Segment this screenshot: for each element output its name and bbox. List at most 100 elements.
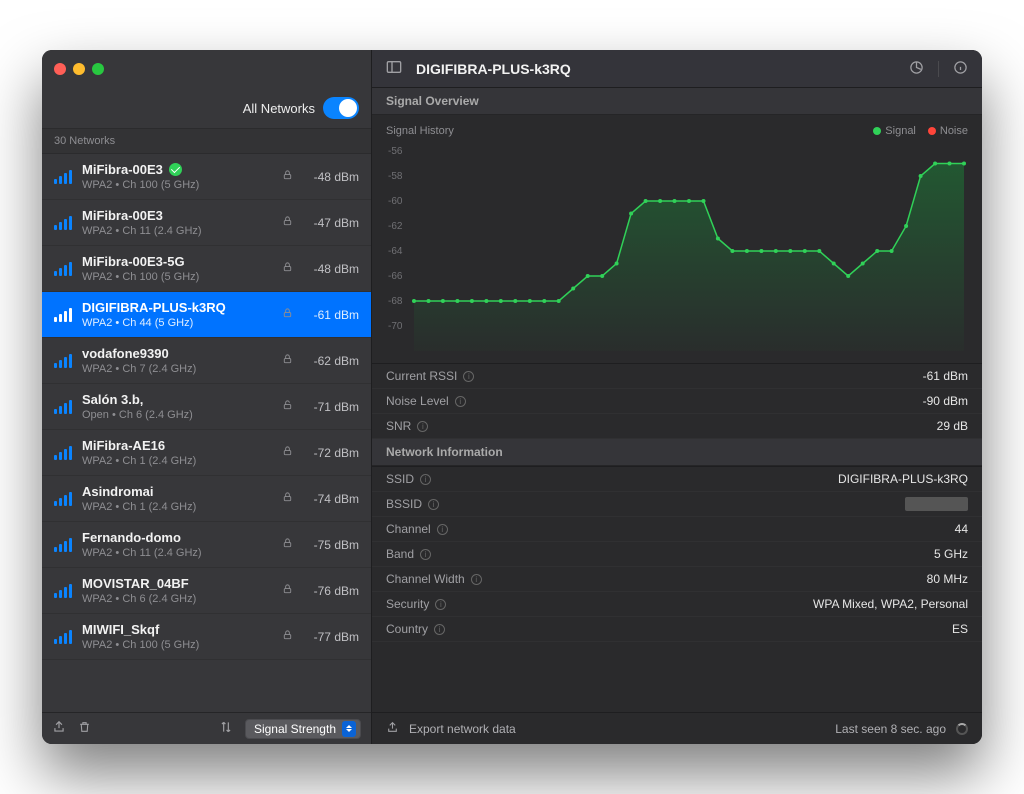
info-circle-icon[interactable]: i xyxy=(471,574,482,585)
close-window-button[interactable] xyxy=(54,63,66,75)
svg-text:-64: -64 xyxy=(388,246,403,257)
signal-bars-icon xyxy=(54,446,72,460)
network-subtitle: WPA2 • Ch 100 (5 GHz) xyxy=(82,639,271,651)
network-subtitle: WPA2 • Ch 11 (2.4 GHz) xyxy=(82,225,271,237)
info-circle-icon[interactable]: i xyxy=(434,624,445,635)
network-name: MiFibra-00E3 xyxy=(82,208,271,223)
info-circle-icon[interactable]: i xyxy=(420,474,431,485)
network-row[interactable]: MiFibra-00E3-5G WPA2 • Ch 100 (5 GHz) -48 … xyxy=(42,246,371,292)
network-name: vodafone9390 xyxy=(82,346,271,361)
info-value: ES xyxy=(952,622,968,636)
lock-icon xyxy=(281,169,293,184)
filter-label: All Networks xyxy=(243,101,315,116)
info-label: Noise Level i xyxy=(386,394,466,408)
signal-bars-icon xyxy=(54,584,72,598)
network-name: MOVISTAR_04BF xyxy=(82,576,271,591)
info-circle-icon[interactable]: i xyxy=(428,499,439,510)
info-value: -90 dBm xyxy=(923,394,968,408)
network-row[interactable]: DIGIFIBRA-PLUS-k3RQWPA2 • Ch 44 (5 GHz)-… xyxy=(42,292,371,338)
network-dbm: -48 dBm xyxy=(303,262,359,276)
zoom-window-button[interactable] xyxy=(92,63,104,75)
signal-bars-icon xyxy=(54,400,72,414)
info-icon[interactable] xyxy=(953,60,968,78)
network-dbm: -72 dBm xyxy=(303,446,359,460)
info-label: BSSID i xyxy=(386,497,439,511)
main-toolbar: DIGIFIBRA-PLUS-k3RQ xyxy=(372,50,982,88)
info-value: 5 GHz xyxy=(934,547,968,561)
info-circle-icon[interactable]: i xyxy=(463,371,474,382)
info-circle-icon[interactable]: i xyxy=(437,524,448,535)
share-icon[interactable] xyxy=(52,720,66,737)
info-value xyxy=(905,497,968,511)
legend-noise-label: Noise xyxy=(940,125,968,137)
toggle-sidebar-icon[interactable] xyxy=(386,60,402,77)
lock-icon xyxy=(281,353,293,368)
svg-text:-68: -68 xyxy=(388,296,403,307)
network-name: MiFibra-00E3-5G xyxy=(82,254,271,269)
sidebar-footer: Signal Strength xyxy=(42,712,371,744)
signal-bars-icon xyxy=(54,354,72,368)
chart-mode-icon[interactable] xyxy=(909,60,924,78)
info-row: SSID iDIGIFIBRA-PLUS-k3RQ xyxy=(372,467,982,492)
info-value: -61 dBm xyxy=(923,369,968,383)
network-subtitle: WPA2 • Ch 1 (2.4 GHz) xyxy=(82,501,271,513)
spinner-icon xyxy=(956,723,968,735)
svg-text:-62: -62 xyxy=(388,221,403,232)
network-row[interactable]: Salón 3.b,Open • Ch 6 (2.4 GHz)-71 dBm xyxy=(42,384,371,430)
signal-bars-icon xyxy=(54,630,72,644)
lock-icon xyxy=(281,583,293,598)
signal-bars-icon xyxy=(54,262,72,276)
signal-bars-icon xyxy=(54,308,72,322)
app-window: All Networks 30 Networks MiFibra-00E3WPA… xyxy=(42,50,982,744)
network-row[interactable]: MiFibra-00E3 WPA2 • Ch 11 (2.4 GHz) -47 dB… xyxy=(42,200,371,246)
all-networks-toggle[interactable] xyxy=(323,97,359,119)
lock-icon xyxy=(281,215,293,230)
info-circle-icon[interactable]: i xyxy=(435,599,446,610)
network-row[interactable]: MiFibra-AE16WPA2 • Ch 1 (2.4 GHz)-72 dBm xyxy=(42,430,371,476)
network-row[interactable]: Fernando-domoWPA2 • Ch 11 (2.4 GHz)-75 d… xyxy=(42,522,371,568)
network-subtitle: WPA2 • Ch 100 (5 GHz) xyxy=(82,271,271,283)
network-dbm: -61 dBm xyxy=(303,308,359,322)
network-dbm: -77 dBm xyxy=(303,630,359,644)
sort-direction-icon[interactable] xyxy=(219,720,233,737)
signal-bars-icon xyxy=(54,492,72,506)
network-name: Asindromai xyxy=(82,484,271,499)
network-row[interactable]: MIWIFI_SkqfWPA2 • Ch 100 (5 GHz)-77 dBm xyxy=(42,614,371,660)
info-circle-icon[interactable]: i xyxy=(455,396,466,407)
network-dbm: -75 dBm xyxy=(303,538,359,552)
info-value: DIGIFIBRA-PLUS-k3RQ xyxy=(838,472,968,486)
export-label[interactable]: Export network data xyxy=(409,722,516,736)
info-circle-icon[interactable]: i xyxy=(417,421,428,432)
svg-text:-66: -66 xyxy=(388,271,403,282)
network-dbm: -47 dBm xyxy=(303,216,359,230)
legend-signal-dot xyxy=(873,127,881,135)
info-value: 80 MHz xyxy=(927,572,968,586)
network-subtitle: WPA2 • Ch 11 (2.4 GHz) xyxy=(82,547,271,559)
sort-select[interactable]: Signal Strength xyxy=(245,719,361,739)
info-circle-icon[interactable]: i xyxy=(420,549,431,560)
minimize-window-button[interactable] xyxy=(73,63,85,75)
page-title: DIGIFIBRA-PLUS-k3RQ xyxy=(416,61,895,77)
trash-icon[interactable] xyxy=(78,720,91,737)
network-subtitle: WPA2 • Ch 1 (2.4 GHz) xyxy=(82,455,271,467)
info-label: Channel i xyxy=(386,522,448,536)
unlock-icon xyxy=(281,399,293,414)
network-subtitle: Open • Ch 6 (2.4 GHz) xyxy=(82,409,271,421)
network-row[interactable]: MiFibra-00E3WPA2 • Ch 100 (5 GHz)-48 dBm xyxy=(42,154,371,200)
lock-icon xyxy=(281,491,293,506)
info-row: Band i5 GHz xyxy=(372,542,982,567)
network-name: MiFibra-00E3 xyxy=(82,162,271,177)
network-row[interactable]: MOVISTAR_04BFWPA2 • Ch 6 (2.4 GHz)-76 dB… xyxy=(42,568,371,614)
network-row[interactable]: vodafone9390WPA2 • Ch 7 (2.4 GHz)-62 dBm xyxy=(42,338,371,384)
info-label: Security i xyxy=(386,597,446,611)
main-footer: Export network data Last seen 8 sec. ago xyxy=(372,712,982,744)
svg-text:-60: -60 xyxy=(388,196,403,207)
export-icon[interactable] xyxy=(386,721,399,737)
network-dbm: -74 dBm xyxy=(303,492,359,506)
signal-bars-icon xyxy=(54,216,72,230)
sidebar: All Networks 30 Networks MiFibra-00E3WPA… xyxy=(42,50,372,744)
select-arrows-icon xyxy=(342,721,356,737)
lock-icon xyxy=(281,537,293,552)
info-value: 44 xyxy=(955,522,968,536)
network-row[interactable]: Asindromai WPA2 • Ch 1 (2.4 GHz) -74 dBm xyxy=(42,476,371,522)
